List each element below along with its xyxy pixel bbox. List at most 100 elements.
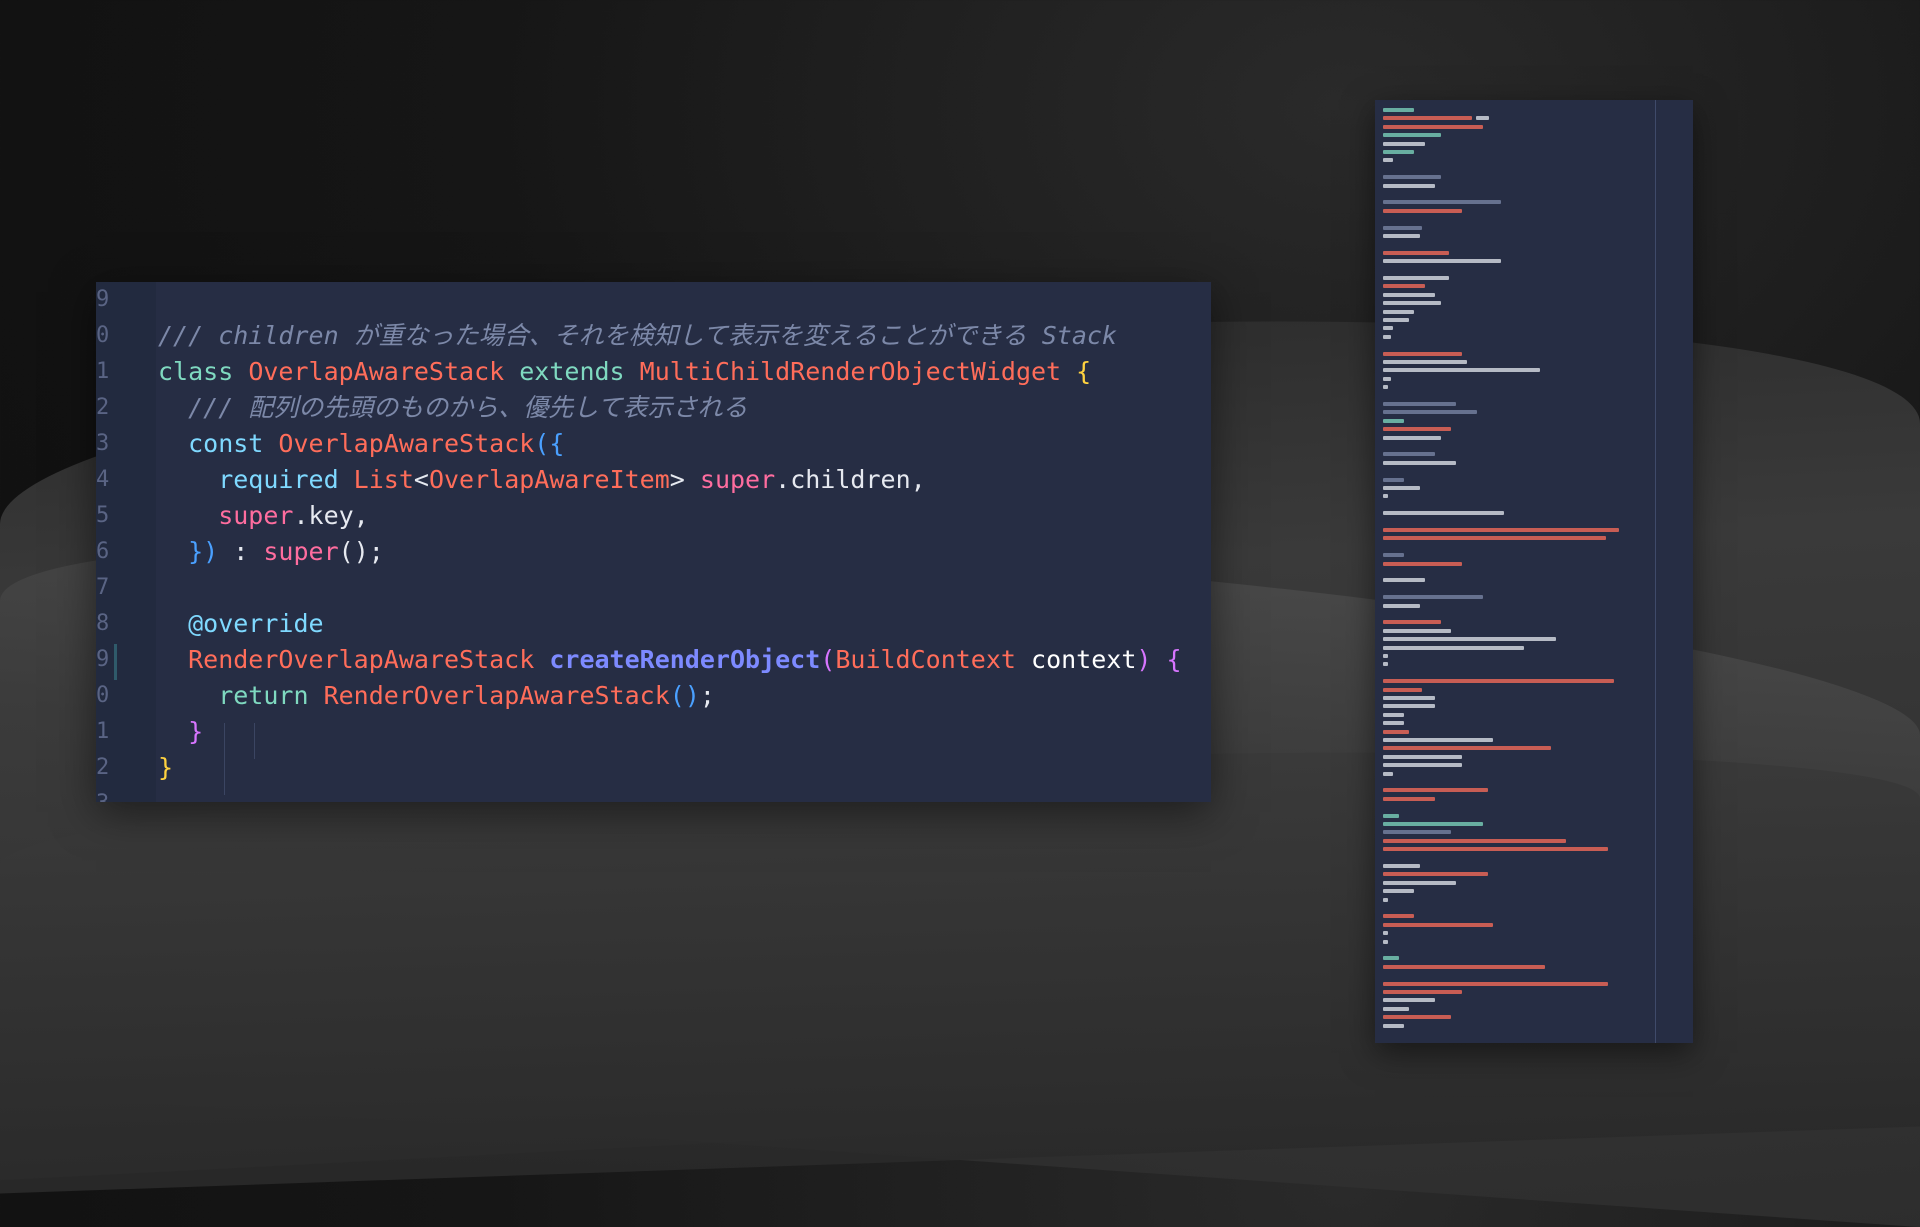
minimap-line [1383, 578, 1425, 583]
code-editor-panel[interactable]: 9 0 1 2 3 4 5 6 7 8 9 0 1 2 3 /// children が重なった場合、それを… [96, 282, 1211, 802]
minimap-line [1383, 418, 1404, 423]
minimap-line [1383, 628, 1452, 633]
minimap-line [1383, 427, 1452, 432]
code-token: List [353, 465, 414, 494]
code-token: /// 配列の先頭のものから、優先して表示される [158, 393, 748, 422]
code-token: return [158, 681, 324, 710]
code-token: OverlapAwareStack [278, 429, 535, 458]
minimap-line [1383, 771, 1394, 776]
minimap-line [1383, 536, 1606, 541]
code-line[interactable]: required List<OverlapAwareItem> super.ch… [158, 462, 926, 498]
minimap-line [1383, 284, 1425, 289]
indent-guide [254, 723, 255, 759]
minimap-line [1383, 385, 1389, 390]
minimap-line [1383, 637, 1556, 642]
minimap-line [1383, 250, 1449, 255]
minimap-line [1383, 990, 1462, 994]
code-line[interactable]: super.key, [158, 498, 369, 534]
minimap-line [1383, 1006, 1410, 1011]
line-number: 9 [96, 287, 110, 312]
line-number: 7 [96, 575, 110, 600]
minimap-line [1383, 494, 1389, 499]
minimap-line [1383, 847, 1609, 852]
minimap-line [1383, 620, 1441, 625]
code-line[interactable]: class OverlapAwareStack extends MultiChi… [158, 354, 1091, 390]
code-token: super [158, 501, 294, 530]
minimap-line [1383, 822, 1483, 826]
code-token: context [1031, 645, 1137, 674]
code-line[interactable]: /// children が重なった場合、それを検知して表示を変えることができる… [158, 318, 1117, 354]
minimap-line [1383, 208, 1462, 213]
minimap-line [1476, 116, 1490, 121]
code-token: { [1076, 357, 1092, 386]
minimap-line [1383, 687, 1423, 692]
minimap-line [1383, 318, 1410, 322]
minimap-line [1383, 939, 1389, 944]
minimap-line [1383, 477, 1404, 482]
code-line[interactable]: return RenderOverlapAwareStack(); [158, 678, 715, 714]
minimap-line [1383, 486, 1420, 490]
minimap-line [1383, 645, 1525, 650]
minimap-line [1383, 931, 1389, 936]
minimap-line [1383, 183, 1436, 188]
code-line[interactable]: }) : super(); [158, 534, 384, 570]
code-token: ( [820, 645, 836, 674]
code-token: (); [338, 537, 384, 566]
code-token: /// children が重なった場合、それを検知して表示を変えることができる… [158, 321, 1117, 350]
code-line[interactable]: RenderOverlapAwareStack createRenderObje… [158, 642, 1182, 678]
minimap-line [1383, 721, 1404, 726]
minimap-line [1383, 712, 1404, 717]
minimap-line [1383, 435, 1441, 440]
minimap-line [1383, 200, 1501, 205]
code-line[interactable]: /// 配列の先頭のものから、優先して表示される [158, 390, 748, 426]
minimap-line [1383, 360, 1467, 364]
code-line[interactable]: } [158, 750, 173, 786]
minimap-line [1383, 813, 1399, 818]
minimap-line [1383, 108, 1415, 112]
minimap-line [1383, 1023, 1404, 1028]
minimap-line [1383, 225, 1423, 230]
minimap-line [1383, 914, 1415, 919]
line-number: 9 [96, 647, 110, 672]
minimap-scroll-divider [1655, 100, 1656, 1043]
minimap-line [1383, 956, 1399, 961]
code-token: .children, [775, 465, 926, 494]
code-token: .key, [293, 501, 369, 530]
code-token: > [669, 465, 700, 494]
code-token: super [263, 537, 339, 566]
minimap-line [1383, 788, 1488, 793]
code-line[interactable]: @override [158, 606, 323, 642]
minimap-line [1383, 410, 1478, 415]
minimap-line [1383, 998, 1436, 1003]
minimap-line [1383, 981, 1609, 986]
minimap-line [1383, 738, 1494, 742]
minimap-line [1383, 452, 1436, 457]
code-line[interactable]: const OverlapAwareStack({ [158, 426, 564, 462]
code-line[interactable]: } [158, 714, 203, 750]
minimap-line [1383, 368, 1541, 373]
line-number: 1 [96, 719, 110, 744]
minimap-line [1383, 796, 1436, 801]
minimap-line [1383, 334, 1391, 339]
code-token: () [669, 681, 700, 710]
code-token: const [158, 429, 279, 458]
line-number: 0 [96, 683, 110, 708]
minimap-line [1383, 234, 1420, 238]
minimap[interactable] [1375, 100, 1693, 1043]
line-number: 0 [96, 323, 110, 348]
line-number: 2 [96, 755, 110, 780]
code-token: ) { [1136, 645, 1182, 674]
code-token: RenderOverlapAwareStack [158, 645, 550, 674]
line-number-gutter: 9 0 1 2 3 4 5 6 7 8 9 0 1 2 3 [96, 282, 156, 802]
minimap-line [1383, 603, 1420, 608]
minimap-line [1383, 754, 1462, 759]
line-number: 8 [96, 611, 110, 636]
minimap-line [1383, 830, 1452, 835]
code-token: } [158, 717, 204, 746]
code-token: OverlapAwareStack [248, 357, 520, 386]
line-number: 1 [96, 359, 110, 384]
minimap-line [1383, 276, 1449, 280]
code-token: super [699, 465, 776, 494]
minimap-line [1383, 376, 1391, 381]
minimap-line [1383, 141, 1425, 146]
